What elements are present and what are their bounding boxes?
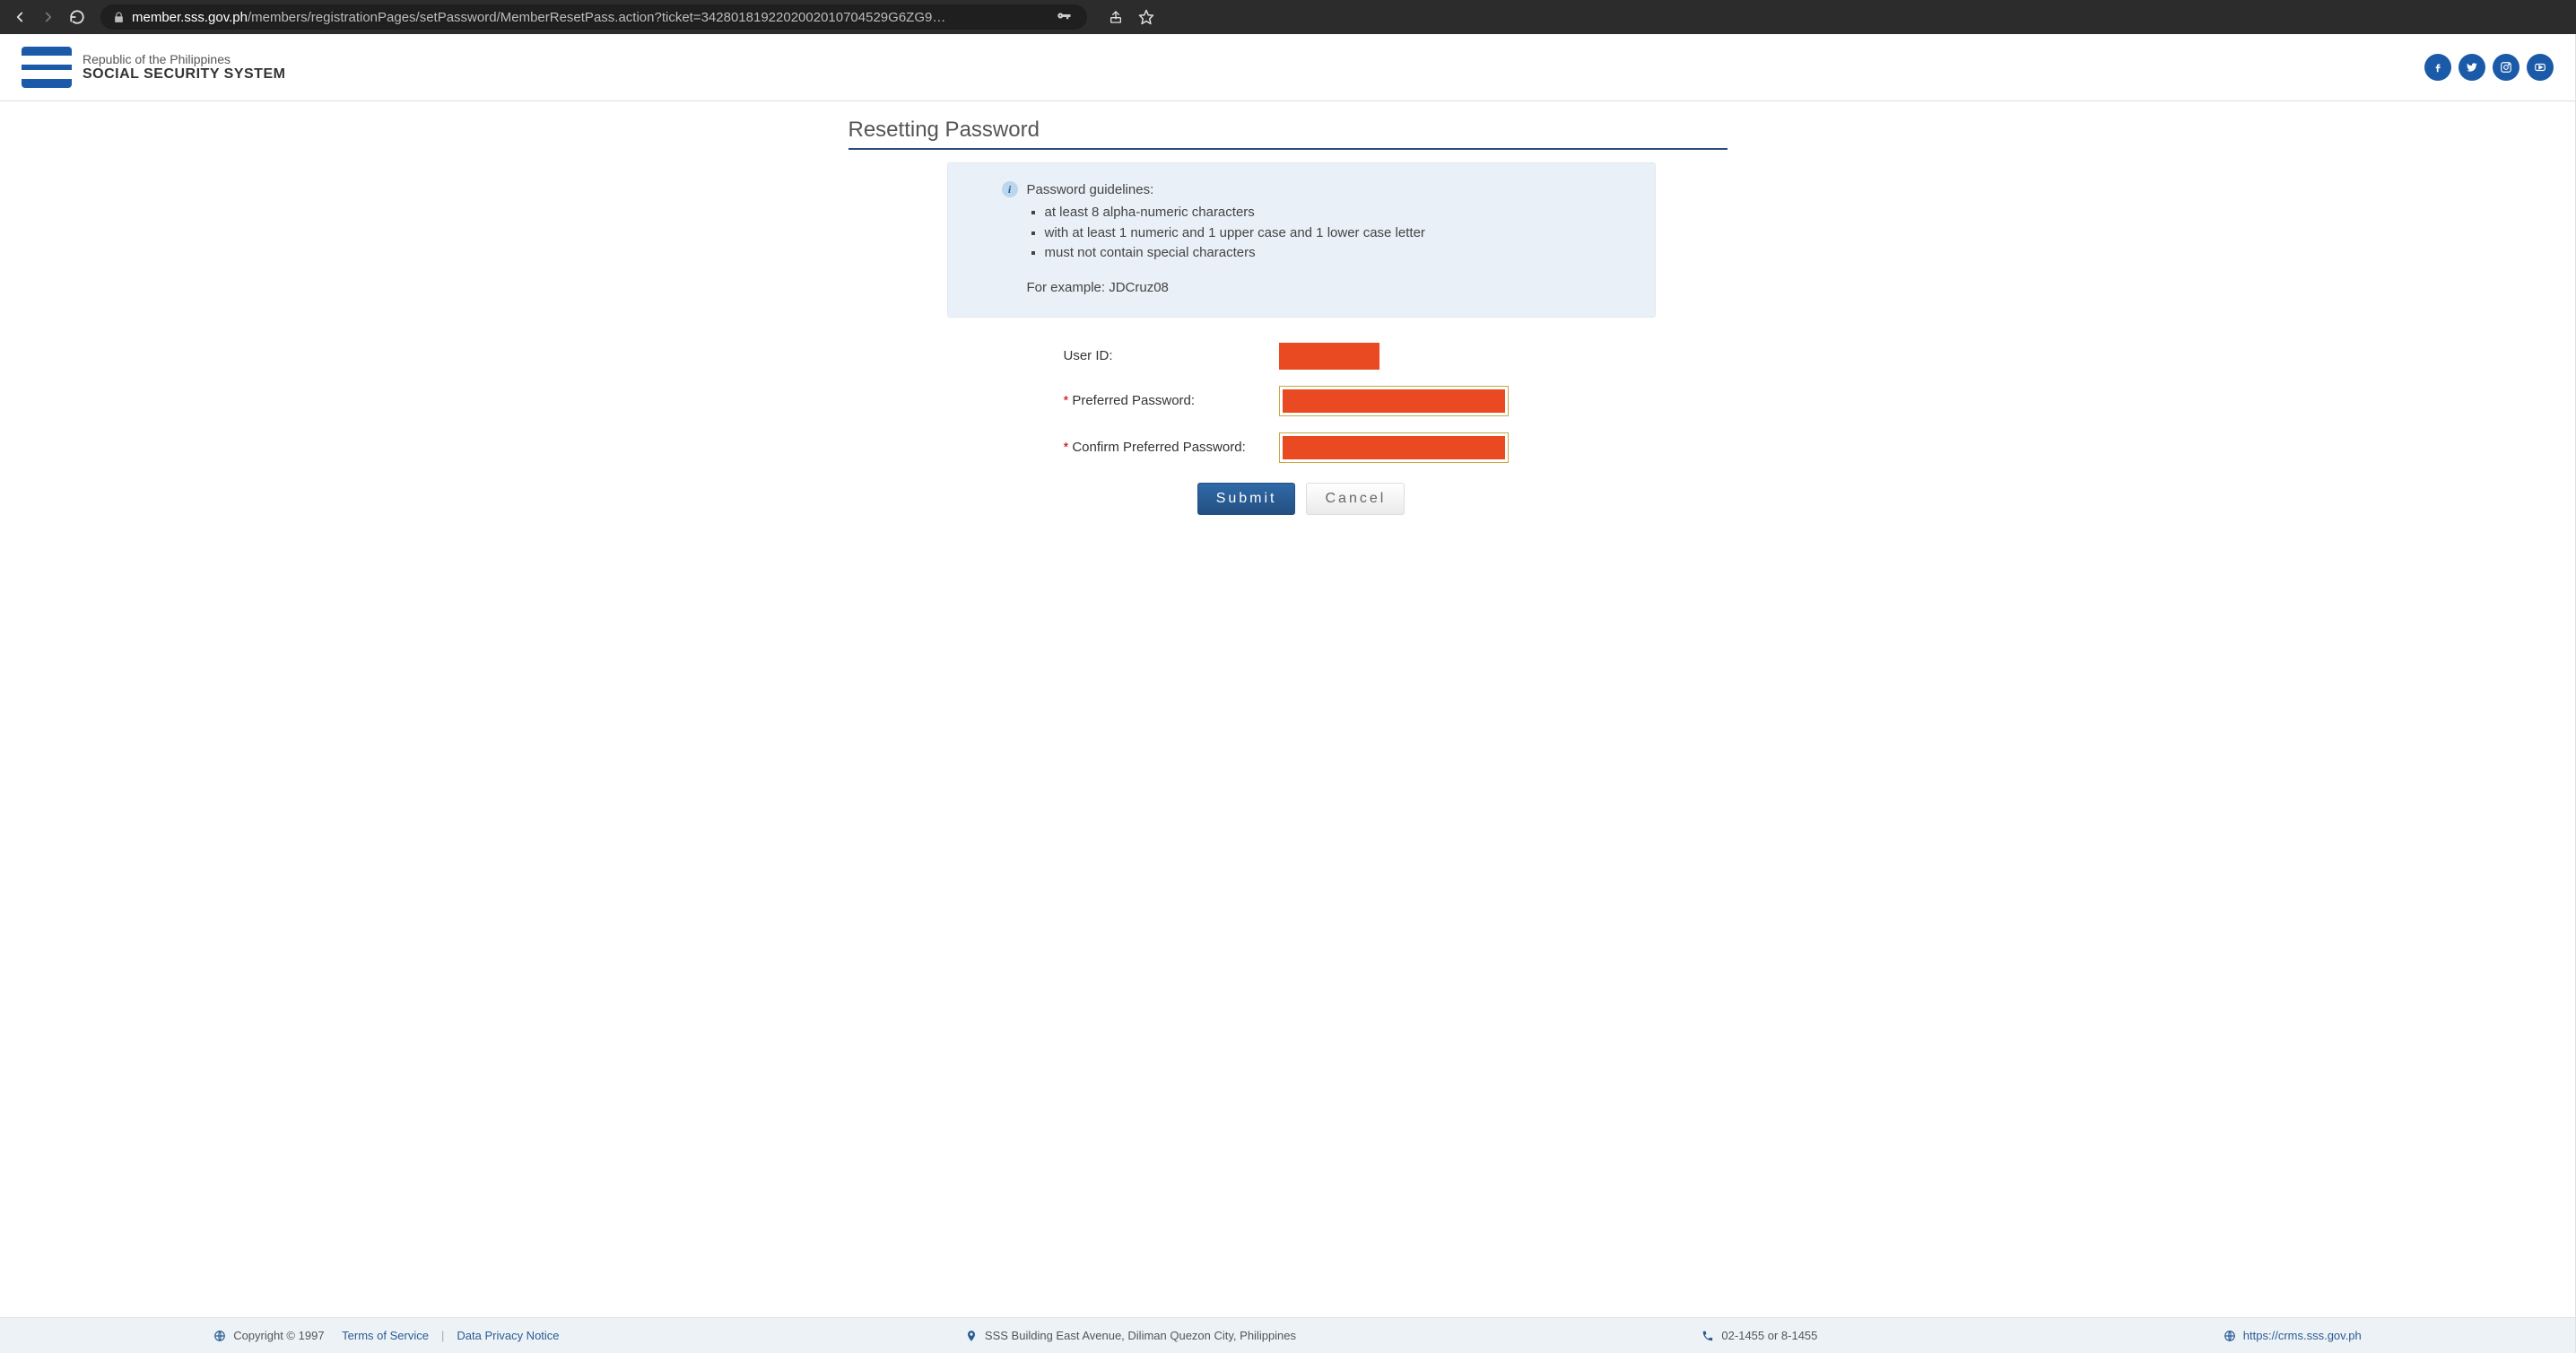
footer-address: SSS Building East Avenue, Diliman Quezon… xyxy=(965,1329,1296,1342)
button-row: Submit Cancel xyxy=(947,483,1656,515)
terms-link[interactable]: Terms of Service xyxy=(342,1329,429,1342)
location-icon xyxy=(965,1330,978,1342)
youtube-icon[interactable] xyxy=(2527,54,2554,81)
site-header: Republic of the Philippines SOCIAL SECUR… xyxy=(0,34,2575,101)
page-title: Resetting Password xyxy=(849,118,1727,150)
guideline-item: at least 8 alpha-numeric characters xyxy=(1045,203,1601,223)
back-icon[interactable] xyxy=(9,6,30,28)
preferred-password-row: *Preferred Password: xyxy=(947,386,1656,416)
required-asterisk: * xyxy=(1064,393,1069,408)
phone-icon xyxy=(1701,1330,1714,1342)
guideline-item: with at least 1 numeric and 1 upper case… xyxy=(1045,223,1601,244)
privacy-link[interactable]: Data Privacy Notice xyxy=(457,1329,559,1342)
main: Resetting Password i Password guidelines… xyxy=(0,101,2575,1317)
cancel-button[interactable]: Cancel xyxy=(1306,483,1405,515)
instagram-icon[interactable] xyxy=(2493,54,2519,81)
submit-button[interactable]: Submit xyxy=(1197,483,1296,515)
confirm-password-value-redacted xyxy=(1283,436,1505,459)
preferred-password-input[interactable] xyxy=(1279,386,1509,416)
footer-phone: 02-1455 or 8-1455 xyxy=(1701,1329,1817,1342)
crms-link[interactable]: https://crms.sss.gov.ph xyxy=(2243,1329,2362,1342)
reload-icon[interactable] xyxy=(66,6,88,28)
share-icon[interactable] xyxy=(1105,6,1127,28)
url-text: member.sss.gov.ph/members/registrationPa… xyxy=(132,10,1046,25)
user-id-row: User ID: xyxy=(947,343,1656,370)
brand-subtitle: Republic of the Philippines xyxy=(83,52,285,66)
footer-copyright: Copyright © 1997 Terms of Service | Data… xyxy=(213,1329,559,1342)
brand-title: SOCIAL SECURITY SYSTEM xyxy=(83,66,285,83)
guideline-item: must not contain special characters xyxy=(1045,243,1601,264)
preferred-password-value-redacted xyxy=(1283,389,1505,413)
brand: Republic of the Philippines SOCIAL SECUR… xyxy=(22,47,285,88)
guidelines-example: For example: JDCruz08 xyxy=(1027,280,1601,295)
footer-link: https://crms.sss.gov.ph xyxy=(2224,1329,2362,1342)
star-icon[interactable] xyxy=(1136,6,1157,28)
sss-logo-icon xyxy=(22,47,72,88)
social-icons xyxy=(2424,54,2554,81)
twitter-icon[interactable] xyxy=(2459,54,2485,81)
password-guidelines-box: i Password guidelines: at least 8 alpha-… xyxy=(947,162,1656,318)
address-bar[interactable]: member.sss.gov.ph/members/registrationPa… xyxy=(100,4,1087,30)
globe-icon xyxy=(2224,1330,2236,1342)
footer: Copyright © 1997 Terms of Service | Data… xyxy=(0,1317,2575,1353)
key-icon[interactable] xyxy=(1053,6,1075,28)
lock-icon xyxy=(113,12,125,23)
confirm-password-label: *Confirm Preferred Password: xyxy=(947,440,1279,455)
confirm-password-row: *Confirm Preferred Password: xyxy=(947,432,1656,463)
guidelines-list: at least 8 alpha-numeric characters with… xyxy=(1045,203,1601,264)
reset-password-form: User ID: *Preferred Password: *Confirm P… xyxy=(947,343,1656,515)
browser-chrome: member.sss.gov.ph/members/registrationPa… xyxy=(0,0,2576,34)
brand-text: Republic of the Philippines SOCIAL SECUR… xyxy=(83,52,285,83)
facebook-icon[interactable] xyxy=(2424,54,2451,81)
required-asterisk: * xyxy=(1064,440,1069,455)
confirm-password-input[interactable] xyxy=(1279,432,1509,463)
user-id-label: User ID: xyxy=(947,348,1279,363)
info-icon: i xyxy=(1002,181,1018,197)
globe-icon xyxy=(213,1330,226,1342)
guidelines-title: Password guidelines: xyxy=(1027,182,1154,197)
forward-icon[interactable] xyxy=(38,6,59,28)
page-wrap: Republic of the Philippines SOCIAL SECUR… xyxy=(0,34,2576,1353)
chrome-right-icons xyxy=(1105,6,1157,28)
user-id-value-redacted xyxy=(1279,343,1379,370)
preferred-password-label: *Preferred Password: xyxy=(947,393,1279,408)
